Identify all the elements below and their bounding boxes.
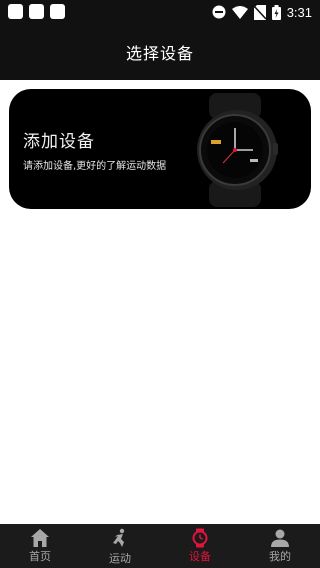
no-sim-icon	[253, 4, 266, 20]
tab-label: 设备	[189, 550, 211, 563]
status-bar: 3:31	[0, 0, 320, 24]
card-subtitle: 请添加设备,更好的了解运动数据	[23, 161, 167, 172]
status-time: 3:31	[286, 4, 312, 20]
notification-icon	[8, 4, 23, 19]
running-icon	[113, 528, 125, 547]
header: 选择设备	[0, 24, 320, 80]
tab-device[interactable]: 设备	[160, 524, 240, 568]
battery-icon	[271, 4, 281, 20]
notification-icons	[8, 4, 65, 19]
bottom-tab-bar: 首页 运动 设备 我的	[0, 524, 320, 568]
wifi-icon	[231, 5, 248, 19]
tab-label: 运动	[109, 552, 131, 565]
notification-icon	[29, 4, 44, 19]
page-title: 选择设备	[125, 44, 194, 63]
add-device-card[interactable]: 添加设备 请添加设备,更好的了解运动数据	[9, 89, 311, 209]
watch-icon	[192, 528, 208, 548]
smartwatch-image	[197, 93, 278, 207]
tab-profile[interactable]: 我的	[240, 524, 320, 568]
tab-label: 我的	[269, 550, 291, 563]
tab-label: 首页	[29, 550, 51, 563]
profile-icon	[271, 529, 289, 547]
notification-icon	[50, 4, 65, 19]
home-icon	[31, 529, 49, 547]
tab-sport[interactable]: 运动	[80, 524, 160, 568]
dnd-icon	[212, 5, 226, 19]
card-title: 添加设备	[23, 132, 95, 152]
system-icons: 3:31	[212, 3, 312, 21]
tab-home[interactable]: 首页	[0, 524, 80, 568]
